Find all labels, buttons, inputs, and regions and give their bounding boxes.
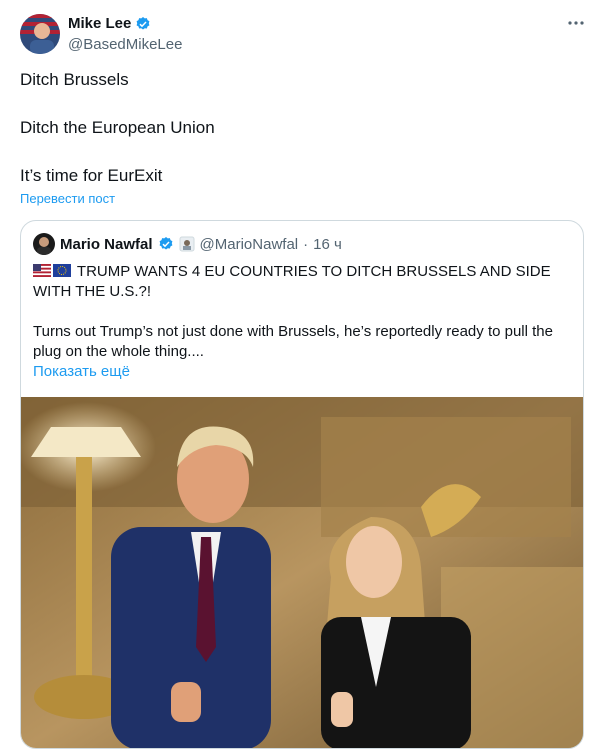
- us-flag-icon: [33, 264, 51, 277]
- author-name[interactable]: Mike Lee: [68, 14, 131, 33]
- tweet-line: Ditch Brussels: [20, 70, 129, 89]
- quote-headline-row: TRUMP WANTS 4 EU COUNTRIES TO DITCH BRUS…: [33, 262, 578, 302]
- verified-badge-icon: [136, 16, 150, 30]
- tweet-line: Ditch the European Union: [20, 118, 215, 137]
- verified-badge-icon: [159, 237, 172, 250]
- author-avatar[interactable]: [20, 14, 60, 54]
- tweet-line: It’s time for EurExit: [20, 166, 163, 185]
- author-block: Mike Lee @BasedMikeLee: [68, 14, 182, 54]
- photo-illustration: [21, 397, 583, 748]
- quoted-tweet[interactable]: Mario Nawfal @MarioNawfal · 16 ч TRUMP W…: [20, 220, 584, 749]
- show-more-link[interactable]: Показать ещё: [33, 363, 130, 380]
- author-handle[interactable]: @BasedMikeLee: [68, 35, 182, 54]
- quote-avatar[interactable]: [33, 233, 55, 255]
- quote-headline: TRUMP WANTS 4 EU COUNTRIES TO DITCH BRUS…: [33, 263, 551, 300]
- quote-author-handle[interactable]: @MarioNawfal: [200, 236, 299, 253]
- more-icon[interactable]: [567, 14, 585, 37]
- quote-text: Turns out Trump’s not just done with Bru…: [33, 323, 553, 360]
- sunglasses-emoji-icon: [179, 236, 195, 252]
- separator-dot: ·: [303, 235, 309, 253]
- eu-flag-icon: [53, 264, 71, 277]
- translate-link[interactable]: Перевести пост: [20, 191, 115, 206]
- quote-header: Mario Nawfal @MarioNawfal · 16 ч: [33, 233, 342, 255]
- quote-photo[interactable]: [21, 397, 583, 748]
- quote-timestamp[interactable]: 16 ч: [313, 236, 342, 253]
- quote-author-name[interactable]: Mario Nawfal: [60, 236, 153, 253]
